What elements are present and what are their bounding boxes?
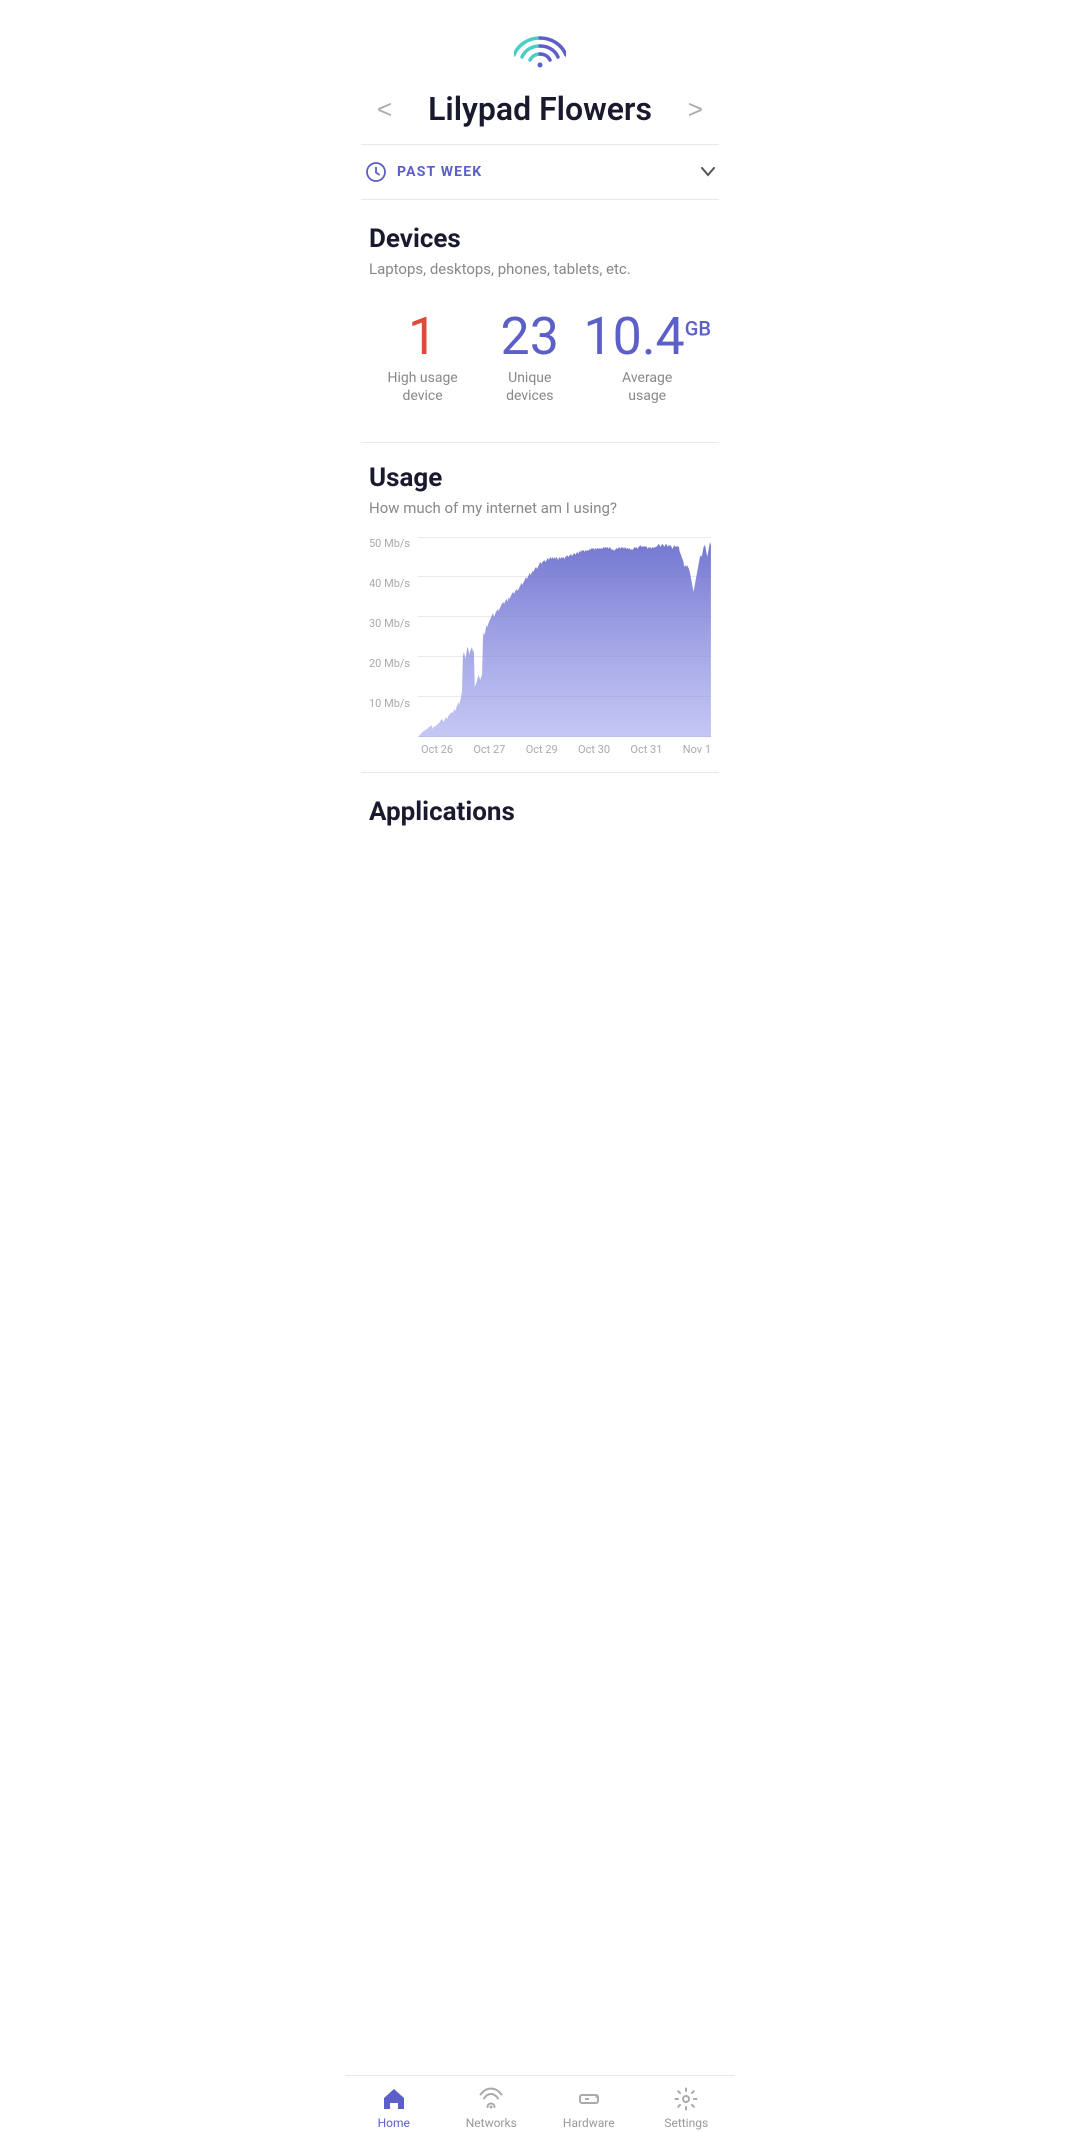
stat-unique-devices: 23 Uniquedevices [476, 308, 583, 406]
applications-title: Applications [369, 797, 711, 827]
devices-section: Devices Laptops, desktops, phones, table… [345, 200, 735, 442]
networks-wifi-icon [478, 2086, 504, 2112]
stat-high-usage-label: High usagedevice [387, 369, 457, 405]
nav-settings-label: Settings [664, 2116, 708, 2130]
stat-unique-devices-label: Uniquedevices [506, 369, 553, 405]
next-button[interactable]: > [680, 94, 711, 125]
chart-area: 50 Mb/s 40 Mb/s 30 Mb/s 20 Mb/s 10 Mb/s [369, 537, 711, 737]
chart-svg [418, 537, 711, 737]
stat-average-usage: 10.4GB Averageusage [583, 308, 711, 406]
time-filter-left: PAST WEEK [365, 161, 482, 183]
x-label-oct29: Oct 29 [526, 743, 558, 756]
chevron-down-icon [701, 167, 715, 177]
stat-average-usage-label: Averageusage [622, 369, 672, 405]
page-title: Lilypad Flowers [428, 90, 652, 128]
x-label-oct27: Oct 27 [473, 743, 505, 756]
clock-icon [365, 161, 387, 183]
bottom-nav: Home Networks Hardware Settings [345, 2075, 735, 2146]
nav-item-networks[interactable]: Networks [443, 2086, 541, 2130]
y-label-40: 40 Mb/s [369, 577, 410, 590]
home-icon [381, 2086, 407, 2112]
usage-title: Usage [369, 463, 711, 493]
prev-button[interactable]: < [369, 94, 400, 125]
wifi-icon [514, 28, 566, 68]
x-label-oct26: Oct 26 [421, 743, 453, 756]
y-label-10: 10 Mb/s [369, 697, 410, 710]
stats-row: 1 High usagedevice 23 Uniquedevices 10.4… [369, 298, 711, 426]
x-label-oct31: Oct 31 [630, 743, 662, 756]
time-filter-label: PAST WEEK [397, 164, 482, 180]
nav-row: < Lilypad Flowers > [345, 78, 735, 144]
applications-section: Applications [345, 773, 735, 933]
y-label-20: 20 Mb/s [369, 657, 410, 670]
chart-plot [418, 537, 711, 737]
nav-item-home[interactable]: Home [345, 2086, 443, 2130]
nav-home-label: Home [378, 2116, 410, 2130]
nav-hardware-label: Hardware [563, 2116, 615, 2130]
stat-high-usage-value: 1 [408, 308, 437, 365]
y-label-50: 50 Mb/s [369, 537, 410, 550]
x-label-oct30: Oct 30 [578, 743, 610, 756]
stat-high-usage: 1 High usagedevice [369, 308, 476, 406]
stat-unique-devices-value: 23 [501, 308, 559, 365]
y-axis: 50 Mb/s 40 Mb/s 30 Mb/s 20 Mb/s 10 Mb/s [369, 537, 418, 737]
y-label-30: 30 Mb/s [369, 617, 410, 630]
hardware-icon [576, 2086, 602, 2112]
nav-item-settings[interactable]: Settings [638, 2086, 736, 2130]
wifi-header [345, 0, 735, 78]
x-label-nov1: Nov 1 [683, 743, 711, 756]
nav-networks-label: Networks [466, 2116, 517, 2130]
stat-average-usage-value: 10.4GB [583, 308, 711, 365]
time-filter[interactable]: PAST WEEK [345, 145, 735, 199]
devices-title: Devices [369, 224, 711, 254]
chart-container: 50 Mb/s 40 Mb/s 30 Mb/s 20 Mb/s 10 Mb/s [369, 537, 711, 756]
settings-gear-icon [673, 2086, 699, 2112]
nav-item-hardware[interactable]: Hardware [540, 2086, 638, 2130]
usage-section: Usage How much of my internet am I using… [345, 443, 735, 772]
x-axis: Oct 26 Oct 27 Oct 29 Oct 30 Oct 31 Nov 1 [421, 743, 711, 756]
devices-subtitle: Laptops, desktops, phones, tablets, etc. [369, 260, 711, 278]
usage-subtitle: How much of my internet am I using? [369, 499, 711, 517]
